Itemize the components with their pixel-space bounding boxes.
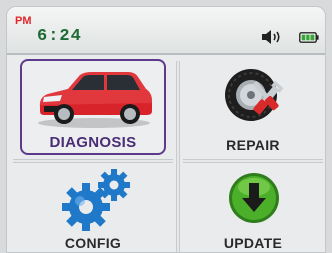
update-label: UPDATE bbox=[223, 235, 283, 251]
diagnosis-label: DIAGNOSIS bbox=[49, 134, 137, 151]
update-button[interactable]: UPDATE bbox=[183, 165, 323, 252]
config-button[interactable]: CONFIG bbox=[20, 165, 166, 252]
device-screen: PM 6:24 DIAGNOSIS REPAIR CONFIG UPDATE bbox=[6, 6, 326, 253]
config-label: CONFIG bbox=[64, 235, 122, 251]
diagnosis-button[interactable]: DIAGNOSIS bbox=[20, 59, 166, 155]
download-arrow-icon bbox=[229, 173, 279, 223]
ampm-indicator: PM bbox=[15, 15, 32, 27]
repair-button[interactable]: REPAIR bbox=[183, 59, 323, 157]
battery-icon bbox=[299, 32, 319, 43]
menu-divider-horizontal-right bbox=[183, 159, 323, 163]
car-icon bbox=[38, 72, 152, 128]
main-menu: DIAGNOSIS REPAIR CONFIG UPDATE bbox=[7, 55, 325, 252]
volume-icon[interactable] bbox=[261, 29, 283, 45]
menu-divider-vertical bbox=[176, 61, 180, 252]
clock: 6:24 bbox=[37, 27, 82, 46]
repair-label: REPAIR bbox=[226, 137, 280, 153]
gears-icon bbox=[62, 169, 130, 231]
menu-divider-horizontal-left bbox=[13, 159, 173, 163]
status-bar: PM 6:24 bbox=[7, 7, 325, 55]
wheel-wrench-icon bbox=[225, 69, 284, 121]
